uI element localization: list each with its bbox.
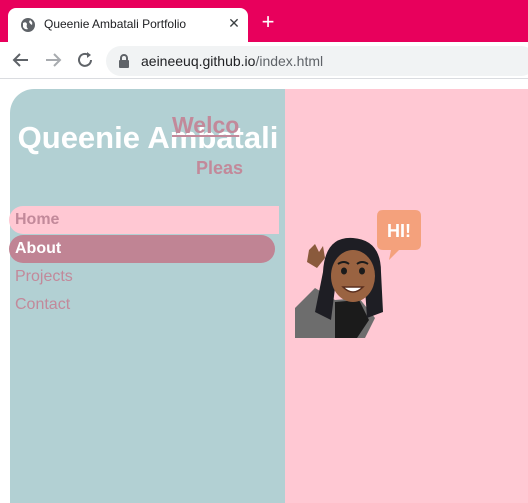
bubble-text: HI! (387, 221, 411, 241)
bitmoji-avatar: HI! (295, 210, 421, 338)
site-title: Queenie Ambatali (17, 120, 279, 155)
forward-arrow-icon[interactable] (43, 50, 63, 70)
lock-icon (119, 54, 129, 68)
nav-item-contact[interactable]: Contact (9, 291, 70, 319)
browser-tab[interactable]: Queenie Ambatali Portfolio ✕ (8, 8, 248, 42)
welcome-subheading: Pleas (196, 158, 244, 178)
reload-icon[interactable] (75, 50, 95, 70)
new-tab-icon[interactable]: + (258, 11, 278, 33)
browser-tab-bar: Queenie Ambatali Portfolio ✕ + (0, 0, 528, 42)
close-icon[interactable]: ✕ (226, 15, 242, 31)
url-host: aeineeuq.github.io (141, 53, 256, 69)
web-page: Queenie Ambatali Home About Projects Con… (0, 80, 528, 503)
address-bar[interactable]: aeineeuq.github.io/index.html (106, 46, 528, 76)
welcome-heading: Welco (172, 112, 240, 138)
back-arrow-icon[interactable] (11, 50, 31, 70)
url-path: /index.html (255, 53, 324, 69)
nav-item-about[interactable]: About (9, 235, 275, 263)
nav-item-projects[interactable]: Projects (9, 263, 73, 291)
nav-item-home[interactable]: Home (9, 206, 279, 234)
url-text: aeineeuq.github.io/index.html (141, 53, 323, 69)
tab-title: Queenie Ambatali Portfolio (44, 17, 187, 31)
globe-icon (21, 18, 35, 32)
browser-toolbar: aeineeuq.github.io/index.html (0, 42, 528, 79)
